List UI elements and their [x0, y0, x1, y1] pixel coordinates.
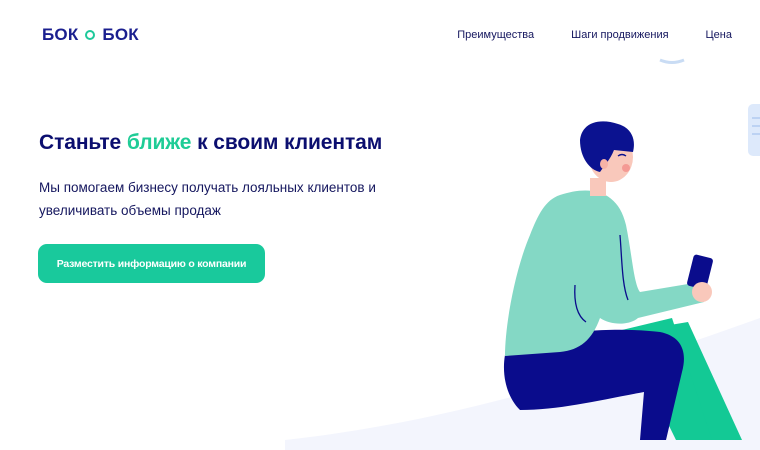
logo-ring-icon — [85, 30, 96, 40]
logo-text-left: БОК — [42, 25, 79, 44]
logo[interactable]: БОК БОК — [42, 25, 139, 45]
hero-title-accent: ближе — [126, 131, 192, 154]
landing-page: БОК БОК Преимущества Шаги продвижения Це… — [0, 0, 760, 450]
place-company-info-button[interactable]: Разместить информацию о компании — [38, 244, 265, 283]
person-with-phone-illustration — [285, 58, 760, 450]
hero-title-start: Станьте — [39, 131, 127, 154]
logo-text-right: БОК — [102, 25, 139, 44]
